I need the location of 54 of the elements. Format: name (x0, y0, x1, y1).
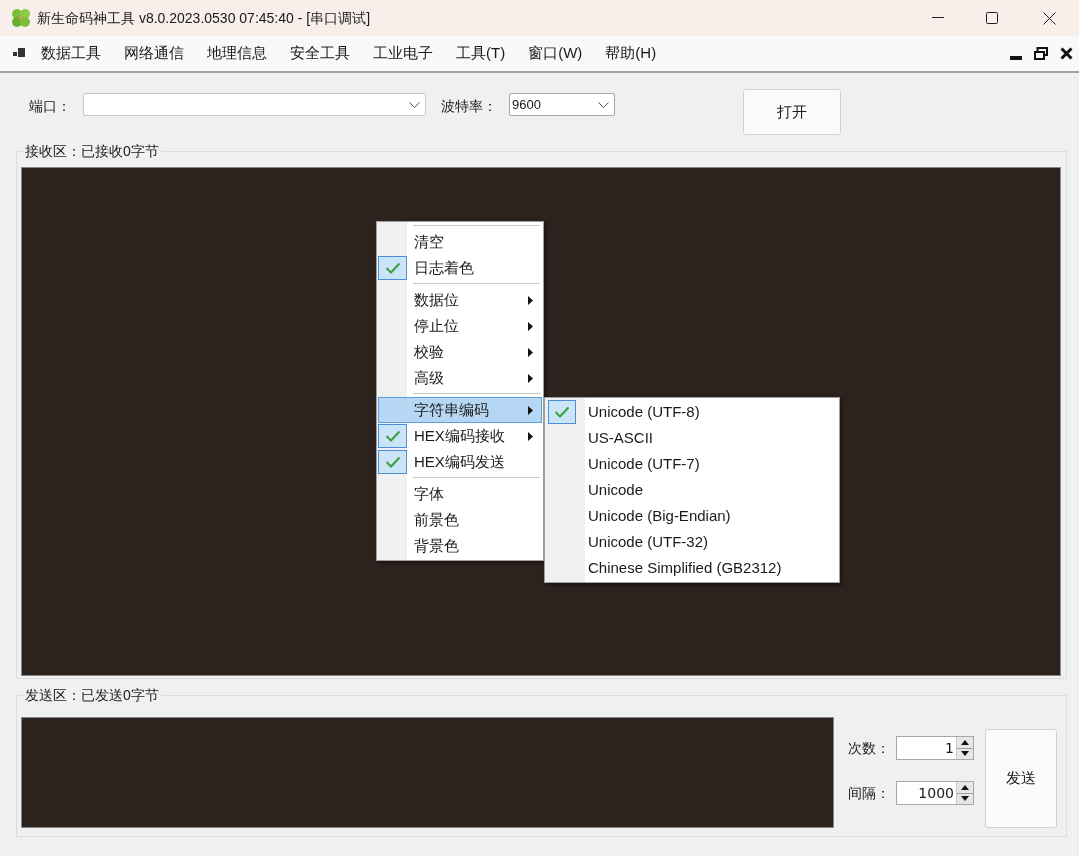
baud-rate-dropdown[interactable]: 9600 (509, 93, 615, 116)
group-title: 接收区：已接收0字节 (23, 142, 161, 160)
context-menu-item[interactable]: 停止位 (378, 313, 542, 339)
spin-down-icon[interactable] (957, 748, 973, 759)
context-menu-item[interactable]: 背景色 (378, 533, 542, 559)
menu-item[interactable]: 工业电子 (373, 42, 433, 65)
spin-down-icon[interactable] (957, 793, 973, 804)
close-icon (1042, 11, 1056, 25)
spin-up-icon[interactable] (957, 737, 973, 749)
number-spinner[interactable]: 1000 (896, 781, 974, 805)
window-title: 新生命码神工具 v8.0.2023.0530 07:45:40 - [串口调试] (37, 8, 371, 28)
chevron-down-icon (598, 101, 609, 108)
maximize-icon (986, 12, 998, 24)
port-label: 端口： (29, 97, 71, 116)
context-menu-item[interactable]: HEX编码发送 (378, 449, 542, 475)
send-button[interactable]: 发送 (985, 729, 1057, 828)
menu-item[interactable]: 地理信息 (207, 42, 267, 65)
context-menu-item[interactable]: HEX编码接收 (378, 423, 542, 449)
encoding-option[interactable]: Chinese Simplified (GB2312) (545, 555, 839, 581)
encoding-option[interactable]: Unicode (UTF-8) (545, 399, 839, 425)
menu-item[interactable]: 帮助(H) (605, 42, 657, 65)
encoding-option[interactable]: Unicode (Big-Endian) (545, 503, 839, 529)
encoding-option[interactable]: Unicode (545, 477, 839, 503)
chevron-down-icon (409, 101, 420, 108)
clover-icon (10, 7, 32, 29)
mdi-minimize-icon[interactable] (1010, 55, 1022, 60)
spin-up-icon[interactable] (957, 782, 973, 794)
context-menu-item[interactable]: 数据位 (378, 287, 542, 313)
menu-item[interactable]: 窗口(W) (528, 42, 583, 65)
group-title: 发送区：已发送0字节 (23, 686, 161, 704)
send-text-area[interactable] (21, 717, 834, 828)
baud-rate-label: 波特率： (441, 97, 497, 116)
menu-item[interactable]: 数据工具 (41, 42, 101, 65)
context-menu-item[interactable]: 校验 (378, 339, 542, 365)
encoding-option[interactable]: Unicode (UTF-7) (545, 451, 839, 477)
context-menu-item[interactable]: 日志着色 (378, 255, 542, 281)
count-label: 次数： (848, 738, 891, 758)
context-menu-item[interactable]: 清空 (378, 229, 542, 255)
mdi-close-icon[interactable] (1060, 47, 1073, 60)
menu-item[interactable]: 安全工具 (290, 42, 350, 65)
number-spinner[interactable]: 1 (896, 736, 974, 760)
menu-item[interactable]: 网络通信 (124, 42, 184, 65)
context-menu-item[interactable]: 前景色 (378, 507, 542, 533)
context-menu-item[interactable]: 字符串编码 (378, 397, 542, 423)
encoding-option[interactable]: US-ASCII (545, 425, 839, 451)
context-menu-item[interactable]: 字体 (378, 481, 542, 507)
menu-item[interactable]: 工具(T) (456, 42, 506, 65)
window-icon (13, 48, 25, 59)
open-button[interactable]: 打开 (743, 89, 841, 135)
interval-label: 间隔： (848, 783, 891, 803)
mdi-restore-icon[interactable] (1034, 47, 1048, 60)
encoding-option[interactable]: Unicode (UTF-32) (545, 529, 839, 555)
minimize-icon (932, 17, 944, 19)
context-menu-item[interactable]: 高级 (378, 365, 542, 391)
